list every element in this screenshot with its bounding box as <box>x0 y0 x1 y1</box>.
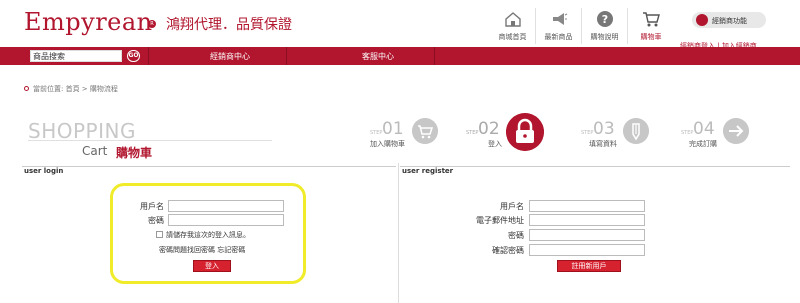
nav-help-label: 購物說明 <box>590 33 619 41</box>
dealer-functions-label: 經銷商功能 <box>712 17 747 25</box>
login-panel-topline <box>22 166 396 167</box>
register-button[interactable]: 註冊新用戶 <box>557 260 621 272</box>
cart-icon <box>412 118 438 144</box>
nav-new-products[interactable]: 最新商品 <box>536 8 582 44</box>
dealer-center-link[interactable]: 經銷商中心 <box>210 51 250 62</box>
menu-divider <box>148 47 149 65</box>
remember-label: 請儲存我這次的登入訊息。 <box>166 231 250 239</box>
register-email-input[interactable] <box>529 214 645 226</box>
register-confirm-label: 確認密碼 <box>492 246 524 255</box>
nav-cart-label: 購物車 <box>640 33 662 41</box>
login-username-label: 用戶名 <box>140 202 164 211</box>
megaphone-icon <box>553 13 568 25</box>
customer-service-link[interactable]: 客服中心 <box>362 51 394 62</box>
menu-divider <box>286 47 287 65</box>
step-word: STEP <box>581 130 594 136</box>
login-password-label: 密碼 <box>148 216 164 225</box>
cart-subheading: Cart <box>82 144 108 158</box>
step-label: 填寫資料 <box>589 140 617 148</box>
forgot-password-link[interactable]: 密碼問題找回密碼 忘記密碼 <box>159 245 245 255</box>
login-username-input[interactable] <box>168 200 284 212</box>
remember-me[interactable]: 請儲存我這次的登入訊息。 <box>156 230 250 240</box>
search-go-button[interactable]: GO <box>127 50 140 62</box>
top-nav: 商城首頁 最新商品 ? 購物說明 購物車 <box>490 8 674 44</box>
heading-underline <box>28 140 272 141</box>
register-panel-title: user register <box>402 167 454 175</box>
remember-checkbox[interactable] <box>156 231 163 238</box>
nav-help[interactable]: ? 購物說明 <box>582 8 628 44</box>
breadcrumb-text: 當前位置: 首頁 > 購物流程 <box>33 85 118 93</box>
pen-icon <box>623 118 649 144</box>
svg-text:?: ? <box>602 13 608 26</box>
step-word: STEP <box>370 130 383 136</box>
login-password-input[interactable] <box>168 214 284 226</box>
login-button[interactable]: 登入 <box>193 260 231 272</box>
step-label: 登入 <box>488 140 502 148</box>
register-password-input[interactable] <box>529 229 645 241</box>
register-email-label: 電子郵件地址 <box>476 216 524 225</box>
register-username-input[interactable] <box>529 200 645 212</box>
user-icon <box>696 14 708 26</box>
lock-icon <box>506 113 544 151</box>
nav-new-products-label: 最新商品 <box>544 33 573 41</box>
cart-icon <box>643 12 660 27</box>
step-label: 加入購物車 <box>370 140 405 148</box>
cart-subheading-zh: 購物車 <box>116 146 153 160</box>
arrow-right-icon <box>723 118 749 144</box>
product-search-input[interactable] <box>30 50 122 62</box>
step-word: STEP <box>466 130 479 136</box>
step-number: 01 <box>382 119 404 139</box>
house-icon <box>505 12 521 27</box>
step-label: 完成訂購 <box>689 140 717 148</box>
logo[interactable]: Empyrean <box>24 8 153 36</box>
panel-divider <box>398 163 399 303</box>
register-password-label: 密碼 <box>508 231 524 240</box>
tagline: 鴻翔代理．品質保證 <box>166 17 292 33</box>
breadcrumb: 當前位置: 首頁 > 購物流程 <box>24 84 118 94</box>
question-icon: ? <box>597 11 613 27</box>
nav-home-label: 商城首頁 <box>498 33 527 41</box>
bullet-icon <box>24 86 29 91</box>
site-header: Empyrean R 鴻翔代理．品質保證 商城首頁 最新商品 ? 購物說明 購物… <box>0 0 800 50</box>
menu-divider <box>434 47 435 65</box>
main-menu-bar: GO 經銷商中心 客服中心 <box>0 47 800 65</box>
register-confirm-input[interactable] <box>529 244 645 256</box>
login-panel-title: user login <box>24 167 64 175</box>
step-word: STEP <box>681 130 694 136</box>
registered-mark: R <box>148 20 156 28</box>
step-number: 03 <box>593 119 615 139</box>
register-panel-topline <box>400 166 790 167</box>
nav-cart[interactable]: 購物車 <box>628 8 674 44</box>
register-username-label: 用戶名 <box>500 202 524 211</box>
nav-home[interactable]: 商城首頁 <box>490 8 536 44</box>
step-number: 04 <box>693 119 715 139</box>
step-number: 02 <box>478 119 500 139</box>
